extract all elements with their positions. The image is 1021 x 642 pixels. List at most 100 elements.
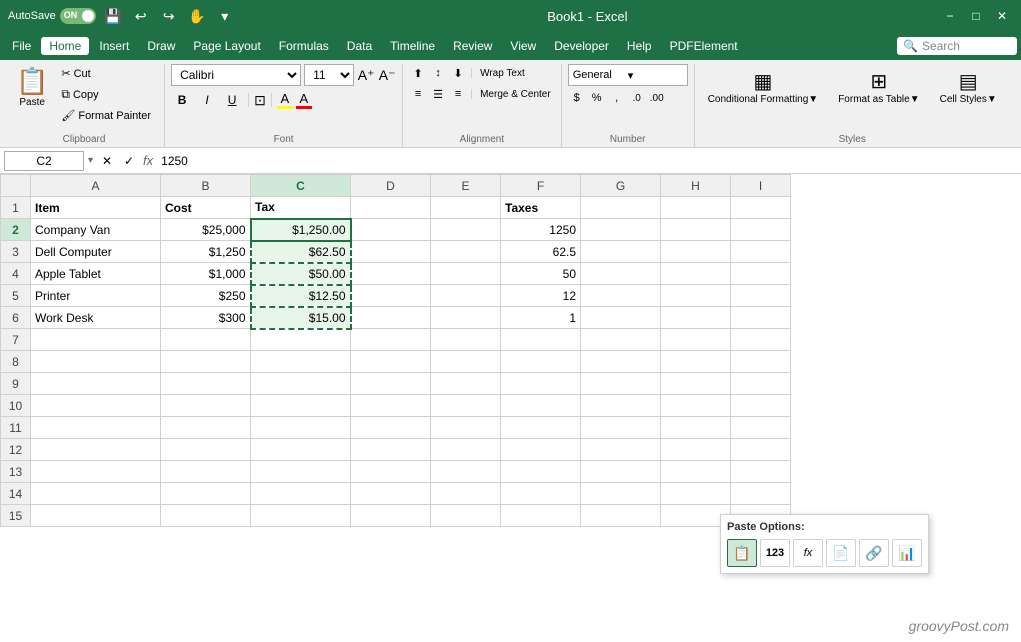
paste-opt-default[interactable]: 📋	[727, 539, 757, 567]
cell-F3[interactable]: 62.5	[501, 241, 581, 263]
cell-D4[interactable]	[351, 263, 431, 285]
cell-G6[interactable]	[581, 307, 661, 329]
cell-B1[interactable]: Cost	[161, 197, 251, 219]
font-increase-icon[interactable]: A⁺	[357, 66, 375, 84]
menu-formulas[interactable]: Formulas	[271, 37, 337, 55]
decrease-decimal-icon[interactable]: .00	[648, 89, 666, 107]
row-header-5[interactable]: 5	[1, 285, 31, 307]
cell-B7[interactable]	[161, 329, 251, 351]
conditional-formatting-button[interactable]: ▦ Conditional Formatting▼	[701, 64, 826, 110]
menu-file[interactable]: File	[4, 37, 39, 55]
cell-B5[interactable]: $250	[161, 285, 251, 307]
cell-E4[interactable]	[431, 263, 501, 285]
menu-home[interactable]: Home	[41, 37, 89, 55]
align-left-icon[interactable]: ≡	[409, 85, 427, 103]
format-painter-button[interactable]: 🖌 Format Painter	[56, 106, 156, 125]
cell-I1[interactable]	[731, 197, 791, 219]
menu-view[interactable]: View	[502, 37, 544, 55]
paste-opt-values[interactable]: 123	[760, 539, 790, 567]
font-decrease-icon[interactable]: A⁻	[378, 66, 396, 84]
align-right-icon[interactable]: ≡	[449, 85, 467, 103]
menu-draw[interactable]: Draw	[139, 37, 183, 55]
cell-I4[interactable]	[731, 263, 791, 285]
touchmode-icon[interactable]: ✋	[186, 5, 208, 27]
cell-A5[interactable]: Printer	[31, 285, 161, 307]
wrap-text-button[interactable]: Wrap Text	[476, 64, 529, 82]
percent-icon[interactable]: %	[588, 89, 606, 107]
cell-E5[interactable]	[431, 285, 501, 307]
col-header-E[interactable]: E	[431, 175, 501, 197]
cell-E2[interactable]	[431, 219, 501, 241]
cell-A6[interactable]: Work Desk	[31, 307, 161, 329]
redo-icon[interactable]: ↪	[158, 5, 180, 27]
menu-insert[interactable]: Insert	[91, 37, 137, 55]
cell-B4[interactable]: $1,000	[161, 263, 251, 285]
border-button[interactable]: ⊡	[254, 92, 266, 109]
cell-I7[interactable]	[731, 329, 791, 351]
row-header-4[interactable]: 4	[1, 263, 31, 285]
row-header-14[interactable]: 14	[1, 483, 31, 505]
currency-icon[interactable]: $	[568, 89, 586, 107]
cell-H5[interactable]	[661, 285, 731, 307]
cell-F7[interactable]	[501, 329, 581, 351]
cell-D7[interactable]	[351, 329, 431, 351]
cell-G1[interactable]	[581, 197, 661, 219]
cell-D5[interactable]	[351, 285, 431, 307]
cell-C1[interactable]: Tax	[251, 197, 351, 219]
cell-B3[interactable]: $1,250	[161, 241, 251, 263]
cell-H4[interactable]	[661, 263, 731, 285]
col-header-F[interactable]: F	[501, 175, 581, 197]
cell-G4[interactable]	[581, 263, 661, 285]
col-header-D[interactable]: D	[351, 175, 431, 197]
menu-help[interactable]: Help	[619, 37, 660, 55]
merge-center-button[interactable]: Merge & Center	[476, 85, 555, 103]
cell-G5[interactable]	[581, 285, 661, 307]
align-middle-icon[interactable]: ↕	[429, 64, 447, 82]
align-top-icon[interactable]: ⬆	[409, 64, 427, 82]
cell-I5[interactable]	[731, 285, 791, 307]
col-header-G[interactable]: G	[581, 175, 661, 197]
cell-I3[interactable]	[731, 241, 791, 263]
comma-icon[interactable]: ,	[608, 89, 626, 107]
formula-input[interactable]	[157, 151, 1017, 171]
font-color-button[interactable]: A	[296, 91, 312, 109]
cell-F6[interactable]: 1	[501, 307, 581, 329]
cell-E7[interactable]	[431, 329, 501, 351]
cell-C6[interactable]: $15.00	[251, 307, 351, 329]
row-header-1[interactable]: 1	[1, 197, 31, 219]
row-header-6[interactable]: 6	[1, 307, 31, 329]
font-name-select[interactable]: Calibri	[171, 64, 301, 86]
cell-F1[interactable]: Taxes	[501, 197, 581, 219]
cell-D3[interactable]	[351, 241, 431, 263]
fill-color-button[interactable]: A	[277, 91, 293, 109]
cell-E1[interactable]	[431, 197, 501, 219]
name-box[interactable]	[4, 151, 84, 171]
confirm-formula-button[interactable]: ✓	[119, 151, 139, 171]
cell-D6[interactable]	[351, 307, 431, 329]
cell-C4[interactable]: $50.00	[251, 263, 351, 285]
cell-B6[interactable]: $300	[161, 307, 251, 329]
paste-opt-link[interactable]: 🔗	[859, 539, 889, 567]
cell-B2[interactable]: $25,000	[161, 219, 251, 241]
cell-C5[interactable]: $12.50	[251, 285, 351, 307]
cell-H6[interactable]	[661, 307, 731, 329]
paste-opt-formulas[interactable]: fx	[793, 539, 823, 567]
cell-C7[interactable]	[251, 329, 351, 351]
cell-A7[interactable]	[31, 329, 161, 351]
row-header-10[interactable]: 10	[1, 395, 31, 417]
align-center-icon[interactable]: ☰	[429, 85, 447, 103]
row-header-13[interactable]: 13	[1, 461, 31, 483]
row-header-7[interactable]: 7	[1, 329, 31, 351]
minimize-icon[interactable]: −	[939, 5, 961, 27]
cell-H3[interactable]	[661, 241, 731, 263]
autosave-pill[interactable]: ON	[60, 8, 96, 24]
cell-H2[interactable]	[661, 219, 731, 241]
col-header-H[interactable]: H	[661, 175, 731, 197]
cell-styles-button[interactable]: ▤ Cell Styles▼	[933, 64, 1004, 110]
cell-A4[interactable]: Apple Tablet	[31, 263, 161, 285]
menu-timeline[interactable]: Timeline	[382, 37, 443, 55]
cell-H7[interactable]	[661, 329, 731, 351]
undo-icon[interactable]: ↩	[130, 5, 152, 27]
row-header-8[interactable]: 8	[1, 351, 31, 373]
cell-H1[interactable]	[661, 197, 731, 219]
